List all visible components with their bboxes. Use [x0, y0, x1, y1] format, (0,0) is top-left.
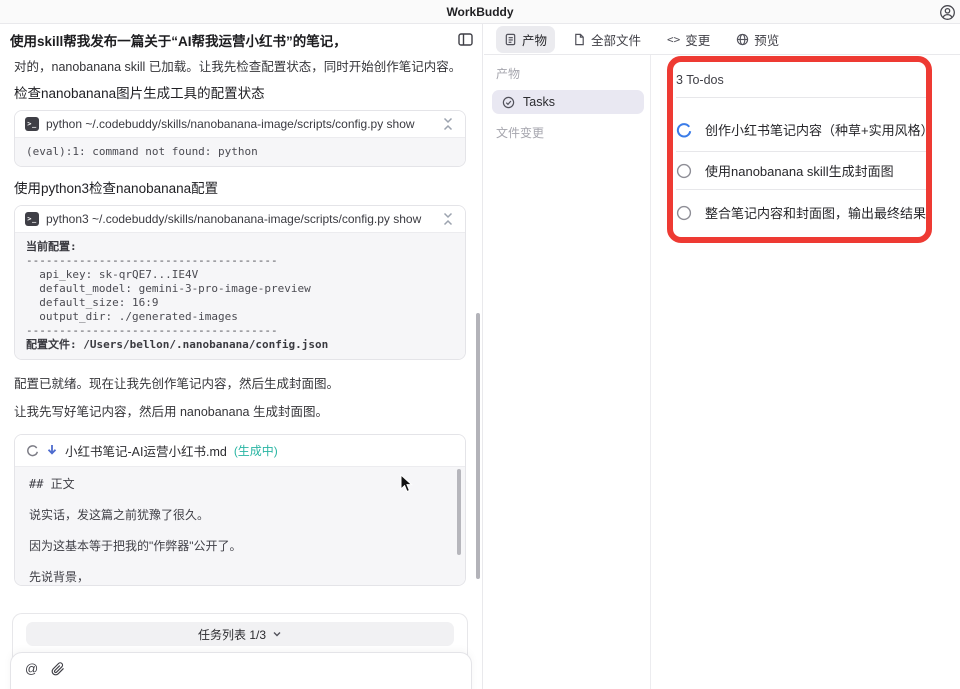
file-line: 先说背景， [29, 570, 90, 584]
mention-icon[interactable]: @ [25, 661, 38, 676]
file-line: ## 正文 [29, 477, 75, 491]
collapse-icon[interactable] [441, 212, 455, 226]
terminal-output: (eval):1: command not found: python [15, 137, 465, 166]
todo-label: 创作小红书笔记内容（种草+实用风格） [705, 123, 934, 138]
tab-label: 预览 [754, 33, 780, 48]
message-composer[interactable]: @ 输入消息 [10, 652, 472, 689]
chevron-down-icon [273, 632, 281, 637]
chat-scrollbar[interactable] [476, 313, 480, 579]
todo-label: 整合笔记内容和封面图，输出最终结果 [705, 206, 927, 221]
in-progress-spinner-icon [676, 122, 692, 138]
todo-item[interactable]: 整合笔记内容和封面图，输出最终结果 [676, 190, 926, 235]
mouse-cursor [400, 474, 413, 493]
todo-label: 使用nanobanana skill生成封面图 [705, 164, 894, 179]
file-status-badge: (生成中) [233, 444, 278, 458]
sidebar-section-changes: 文件变更 [496, 126, 545, 140]
check-circle-icon [502, 96, 515, 109]
terminal-command: python3 ~/.codebuddy/skills/nanobanana-i… [46, 212, 422, 226]
terminal-icon: >_ [25, 117, 39, 131]
pending-circle-icon [676, 205, 692, 221]
globe-icon [736, 33, 749, 46]
attachment-icon[interactable] [51, 661, 65, 676]
pending-circle-icon [676, 163, 692, 179]
generated-file-card[interactable]: 小红书笔记-AI运营小红书.md (生成中) ## 正文 说实话，发这篇之前犹豫… [14, 434, 466, 586]
output-line: (eval):1: command not found: python [26, 145, 258, 158]
todo-item[interactable]: 创作小红书笔记内容（种草+实用风格） [676, 98, 934, 152]
assistant-message: 配置已就绪。现在让我先创作笔记内容，然后生成封面图。 [14, 377, 340, 391]
file-line: 因为这基本等于把我的"作弊器"公开了。 [29, 539, 242, 553]
tab-label: 全部文件 [591, 33, 642, 48]
user-avatar-icon[interactable] [939, 4, 956, 21]
chat-messages: 对的，nanobanana skill 已加载。让我先检查配置状态，同时开始创作… [0, 55, 482, 689]
tab-artifacts[interactable]: 产物 [496, 25, 556, 53]
assistant-message: 对的，nanobanana skill 已加载。让我先检查配置状态，同时开始创作… [14, 60, 462, 74]
artifacts-sidebar: 产物 Tasks 文件变更 [484, 55, 651, 689]
todo-item[interactable]: 使用nanobanana skill生成封面图 [676, 152, 926, 190]
terminal-block: >_ python ~/.codebuddy/skills/nanobanana… [14, 110, 466, 167]
terminal-block: >_ python3 ~/.codebuddy/skills/nanobanan… [14, 205, 466, 360]
chat-header: 使用skill帮我发布一篇关于“AI帮我运营小红书”的笔记， [0, 24, 482, 55]
tab-changes[interactable]: <> 变更 [659, 26, 718, 53]
file-preview-scrollbar[interactable] [457, 469, 461, 555]
terminal-block-header: >_ python3 ~/.codebuddy/skills/nanobanan… [15, 206, 465, 232]
code-icon: <> [667, 32, 681, 46]
file-icon [573, 33, 586, 46]
message-input[interactable]: 输入消息 [25, 685, 457, 689]
sidebar-section-artifacts: 产物 [496, 67, 521, 81]
output-line: output_dir: ./generated-images [26, 310, 238, 323]
file-name: 小红书笔记-AI运营小红书.md [65, 445, 227, 459]
output-line: -------------------------------------- [26, 324, 278, 337]
app-window: WorkBuddy 使用skill帮我发布一篇关于“AI帮我运营小红书”的笔记，… [0, 0, 960, 689]
output-line: default_size: 16:9 [26, 296, 159, 309]
document-icon [504, 33, 517, 46]
panel-toggle-icon[interactable] [457, 31, 474, 48]
step-heading: 检查nanobanana图片生成工具的配置状态 [14, 86, 265, 101]
terminal-icon: >_ [25, 212, 39, 226]
collapse-icon[interactable] [441, 117, 455, 131]
output-line: default_model: gemini-3-pro-image-previe… [26, 282, 311, 295]
output-line: -------------------------------------- [26, 254, 278, 267]
sidebar-item-tasks[interactable]: Tasks [492, 90, 644, 114]
file-line: 说实话，发这篇之前犹豫了很久。 [29, 508, 210, 522]
assistant-message: 让我先写好笔记内容，然后用 nanobanana 生成封面图。 [14, 405, 328, 419]
composer-toolbar: @ [25, 661, 457, 676]
tab-label: 变更 [685, 33, 711, 48]
tab-all-files[interactable]: 全部文件 [565, 26, 649, 53]
terminal-command: python ~/.codebuddy/skills/nanobanana-im… [46, 117, 415, 131]
step-heading: 使用python3检查nanobanana配置 [14, 181, 219, 196]
terminal-block-header: >_ python ~/.codebuddy/skills/nanobanana… [15, 111, 465, 137]
task-list-label: 任务列表 1/3 [197, 627, 267, 642]
markdown-file-icon [46, 444, 58, 457]
task-list-toggle[interactable]: 任务列表 1/3 [26, 622, 454, 646]
topbar: WorkBuddy [0, 0, 960, 24]
app-title: WorkBuddy [446, 4, 514, 19]
todo-list-header: 3 To-dos [676, 63, 926, 98]
file-preview: ## 正文 说实话，发这篇之前犹豫了很久。 因为这基本等于把我的"作弊器"公开了… [15, 466, 465, 585]
sidebar-item-label: Tasks [523, 95, 555, 109]
terminal-output: 当前配置: ----------------------------------… [15, 232, 465, 359]
tab-label: 产物 [522, 33, 548, 48]
todo-list: 3 To-dos 创作小红书笔记内容（种草+实用风格） 使用nanobanana… [676, 63, 934, 235]
artifacts-panel: 产物 全部文件 <> 变更 预览 产物 Tasks 文件变更 3 To-dos … [484, 24, 960, 689]
conversation-title: 使用skill帮我发布一篇关于“AI帮我运营小红书”的笔记， [10, 33, 347, 49]
output-line: api_key: sk-qrQE7...IE4V [26, 268, 199, 281]
file-card-header: 小红书笔记-AI运营小红书.md (生成中) [15, 435, 465, 466]
tab-preview[interactable]: 预览 [728, 26, 787, 53]
output-line: 配置文件: /Users/bellon/.nanobanana/config.j… [26, 338, 329, 351]
chat-panel: 使用skill帮我发布一篇关于“AI帮我运营小红书”的笔记， 对的，nanoba… [0, 24, 483, 689]
output-line: 当前配置: [26, 240, 77, 253]
loading-spinner-icon [26, 444, 39, 457]
artifacts-tab-bar: 产物 全部文件 <> 变更 预览 [484, 24, 960, 55]
